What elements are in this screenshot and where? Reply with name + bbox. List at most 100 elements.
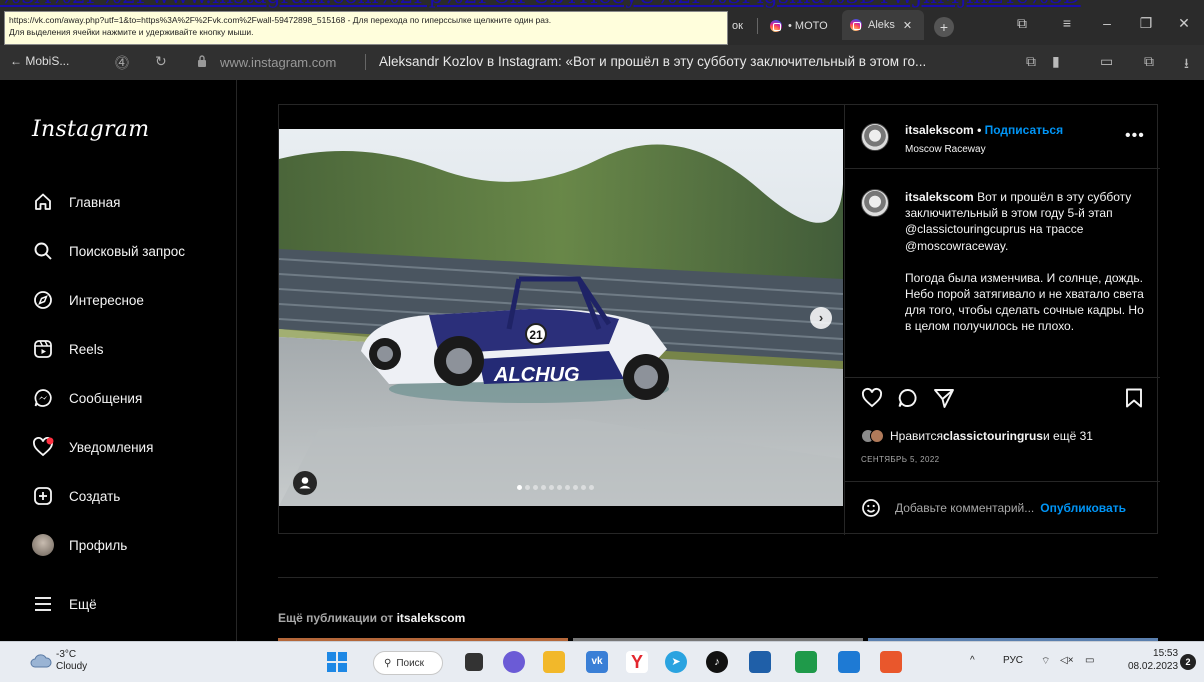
sidebar-item-search[interactable]: Поисковый запрос bbox=[32, 237, 185, 265]
tiktok-icon[interactable]: ♪ bbox=[706, 651, 728, 673]
sidebar-item-more[interactable]: Ещё bbox=[32, 590, 97, 618]
avatar bbox=[32, 534, 54, 556]
page-title[interactable]: Aleksandr Kozlov в Instagram: «Вот и про… bbox=[379, 54, 926, 69]
task-view-icon[interactable] bbox=[465, 653, 483, 671]
minimize-icon[interactable]: – bbox=[1095, 15, 1119, 31]
yandex-browser-icon[interactable]: Y bbox=[626, 651, 648, 673]
back-button[interactable]: ← MobiS... bbox=[10, 54, 69, 68]
sidebar-item-home[interactable]: Главная bbox=[32, 188, 120, 216]
divider bbox=[845, 481, 1160, 482]
follow-button[interactable]: Подписаться bbox=[985, 123, 1063, 137]
security-badge-icon[interactable]: ⓸ bbox=[115, 53, 129, 73]
emoji-icon[interactable] bbox=[861, 498, 881, 518]
avatar-wrapper bbox=[32, 534, 54, 556]
sidebar: Instagram Главная Поисковый запрос Интер… bbox=[0, 80, 237, 641]
tab-moto[interactable]: • MOTO bbox=[762, 14, 836, 38]
notification-badge[interactable]: 2 bbox=[1180, 654, 1196, 670]
weather-temp: -3°C bbox=[56, 649, 77, 660]
sidebar-item-label: Уведомления bbox=[69, 439, 154, 455]
post-date[interactable]: СЕНТЯБРЬ 5, 2022 bbox=[861, 455, 940, 464]
wifi-icon[interactable]: ⌔ bbox=[1041, 655, 1050, 668]
avatar[interactable] bbox=[861, 189, 889, 217]
share-paper-plane-icon[interactable] bbox=[933, 387, 955, 409]
url-domain[interactable]: www.instagram.com bbox=[220, 55, 336, 70]
more-options-icon[interactable]: ••• bbox=[1125, 127, 1145, 145]
close-window-icon[interactable]: ✕ bbox=[1172, 15, 1196, 32]
extensions-icon[interactable]: ⧉ bbox=[1144, 53, 1154, 70]
sidebar-item-reels[interactable]: Reels bbox=[32, 335, 104, 363]
close-tab-icon[interactable]: ✕ bbox=[903, 19, 912, 32]
overflow-link[interactable]: %3A%2F%2Fwww.instagram.com%2Fp%2FCiFUbYH… bbox=[0, 0, 1081, 9]
likes-username[interactable]: classictouringrus bbox=[943, 429, 1043, 443]
sidebar-item-notifications[interactable]: Уведомления bbox=[32, 433, 153, 461]
restore-icon[interactable]: ❐ bbox=[1134, 15, 1158, 32]
collections-icon[interactable]: ⧉ bbox=[1010, 15, 1034, 32]
browser-app-icon[interactable] bbox=[880, 651, 902, 673]
tagged-user-icon[interactable] bbox=[293, 471, 317, 495]
instagram-favicon-icon bbox=[850, 19, 862, 31]
new-tab-button[interactable]: + bbox=[934, 17, 954, 37]
search-icon: ⚲ bbox=[384, 657, 392, 669]
battery-saver-icon[interactable]: ▭ bbox=[1100, 53, 1113, 70]
taskbar-search-label: Поиск bbox=[396, 657, 425, 669]
weather-widget[interactable]: -3°C Cloudy bbox=[30, 649, 87, 673]
vk-icon[interactable]: vk bbox=[586, 651, 608, 673]
post-header: itsalekscom • Подписаться Moscow Raceway… bbox=[845, 105, 1160, 169]
comment-input[interactable]: Добавьте комментарий... bbox=[895, 501, 1034, 515]
volume-icon[interactable]: ◁× bbox=[1060, 655, 1074, 666]
taskbar-search[interactable]: ⚲ Поиск bbox=[373, 651, 443, 675]
tray-overflow-icon[interactable]: ^ bbox=[970, 655, 975, 666]
carousel-dots bbox=[517, 485, 594, 490]
instagram-logo[interactable]: Instagram bbox=[32, 117, 149, 142]
sidebar-item-explore[interactable]: Интересное bbox=[32, 286, 144, 314]
sidebar-item-profile[interactable]: Профиль bbox=[32, 531, 127, 559]
avatar[interactable] bbox=[861, 123, 889, 151]
heart-icon bbox=[32, 436, 54, 458]
save-bookmark-icon[interactable] bbox=[1123, 387, 1145, 409]
more-posts-prefix: Ещё публикации от bbox=[278, 611, 397, 625]
telegram-icon[interactable]: ➤ bbox=[665, 651, 687, 673]
more-posts-user[interactable]: itsalekscom bbox=[397, 611, 466, 625]
carousel-dot bbox=[541, 485, 546, 490]
publish-button[interactable]: Опубликовать bbox=[1040, 501, 1126, 515]
sidebar-item-create[interactable]: Создать bbox=[32, 482, 120, 510]
tab-aleks[interactable]: Aleks ✕ bbox=[842, 10, 924, 40]
liker-avatar bbox=[870, 429, 884, 443]
weather-condition: Cloudy bbox=[56, 661, 88, 672]
post-location[interactable]: Moscow Raceway bbox=[905, 144, 986, 155]
like-heart-icon[interactable] bbox=[861, 387, 883, 409]
hyperlink-tooltip: https://vk.com/away.php?utf=1&to=https%3… bbox=[4, 11, 728, 45]
word-app-icon[interactable] bbox=[838, 651, 860, 673]
caption-username[interactable]: itsalekscom bbox=[905, 190, 974, 204]
sidebar-item-label: Поисковый запрос bbox=[69, 243, 186, 259]
reload-icon[interactable]: ↻ bbox=[155, 53, 167, 70]
sidebar-item-label: Сообщения bbox=[69, 390, 143, 406]
windows-start-icon[interactable] bbox=[327, 652, 347, 672]
battery-icon[interactable]: ▭ bbox=[1085, 655, 1094, 666]
sidebar-item-messages[interactable]: Сообщения bbox=[32, 384, 142, 412]
search-icon bbox=[32, 240, 54, 262]
security-app-icon[interactable] bbox=[749, 651, 771, 673]
file-explorer-icon[interactable] bbox=[543, 651, 565, 673]
plus-square-icon bbox=[32, 485, 54, 507]
spreadsheet-app-icon[interactable] bbox=[795, 651, 817, 673]
tab-partial[interactable]: ок bbox=[724, 14, 751, 38]
download-icon[interactable]: ⭳ bbox=[1184, 53, 1189, 77]
post-author-username[interactable]: itsalekscom bbox=[905, 123, 974, 137]
menu-icon[interactable]: ≡ bbox=[1055, 15, 1079, 31]
comment-icon[interactable] bbox=[897, 387, 919, 409]
sidebar-item-label: Reels bbox=[69, 341, 104, 357]
post-photo[interactable]: 21 ALCHUG › bbox=[279, 129, 843, 506]
likes-row[interactable]: Нравится classictouringrus и ещё 31 bbox=[861, 429, 1093, 443]
bookmark-icon[interactable]: ▮ bbox=[1052, 53, 1060, 70]
system-clock[interactable]: 15:53 08.02.2023 bbox=[1128, 647, 1178, 673]
post-author-row: itsalekscom • Подписаться bbox=[905, 123, 1063, 137]
copy-icon[interactable]: ⧉ bbox=[1026, 53, 1036, 70]
language-indicator[interactable]: РУС bbox=[1003, 655, 1023, 666]
teams-chat-icon[interactable] bbox=[503, 651, 525, 673]
clock-date: 08.02.2023 bbox=[1128, 661, 1179, 672]
instagram-page: Instagram Главная Поисковый запрос Интер… bbox=[0, 80, 1204, 643]
compass-icon bbox=[32, 289, 54, 311]
carousel-dot bbox=[565, 485, 570, 490]
carousel-next-icon[interactable]: › bbox=[810, 307, 832, 329]
